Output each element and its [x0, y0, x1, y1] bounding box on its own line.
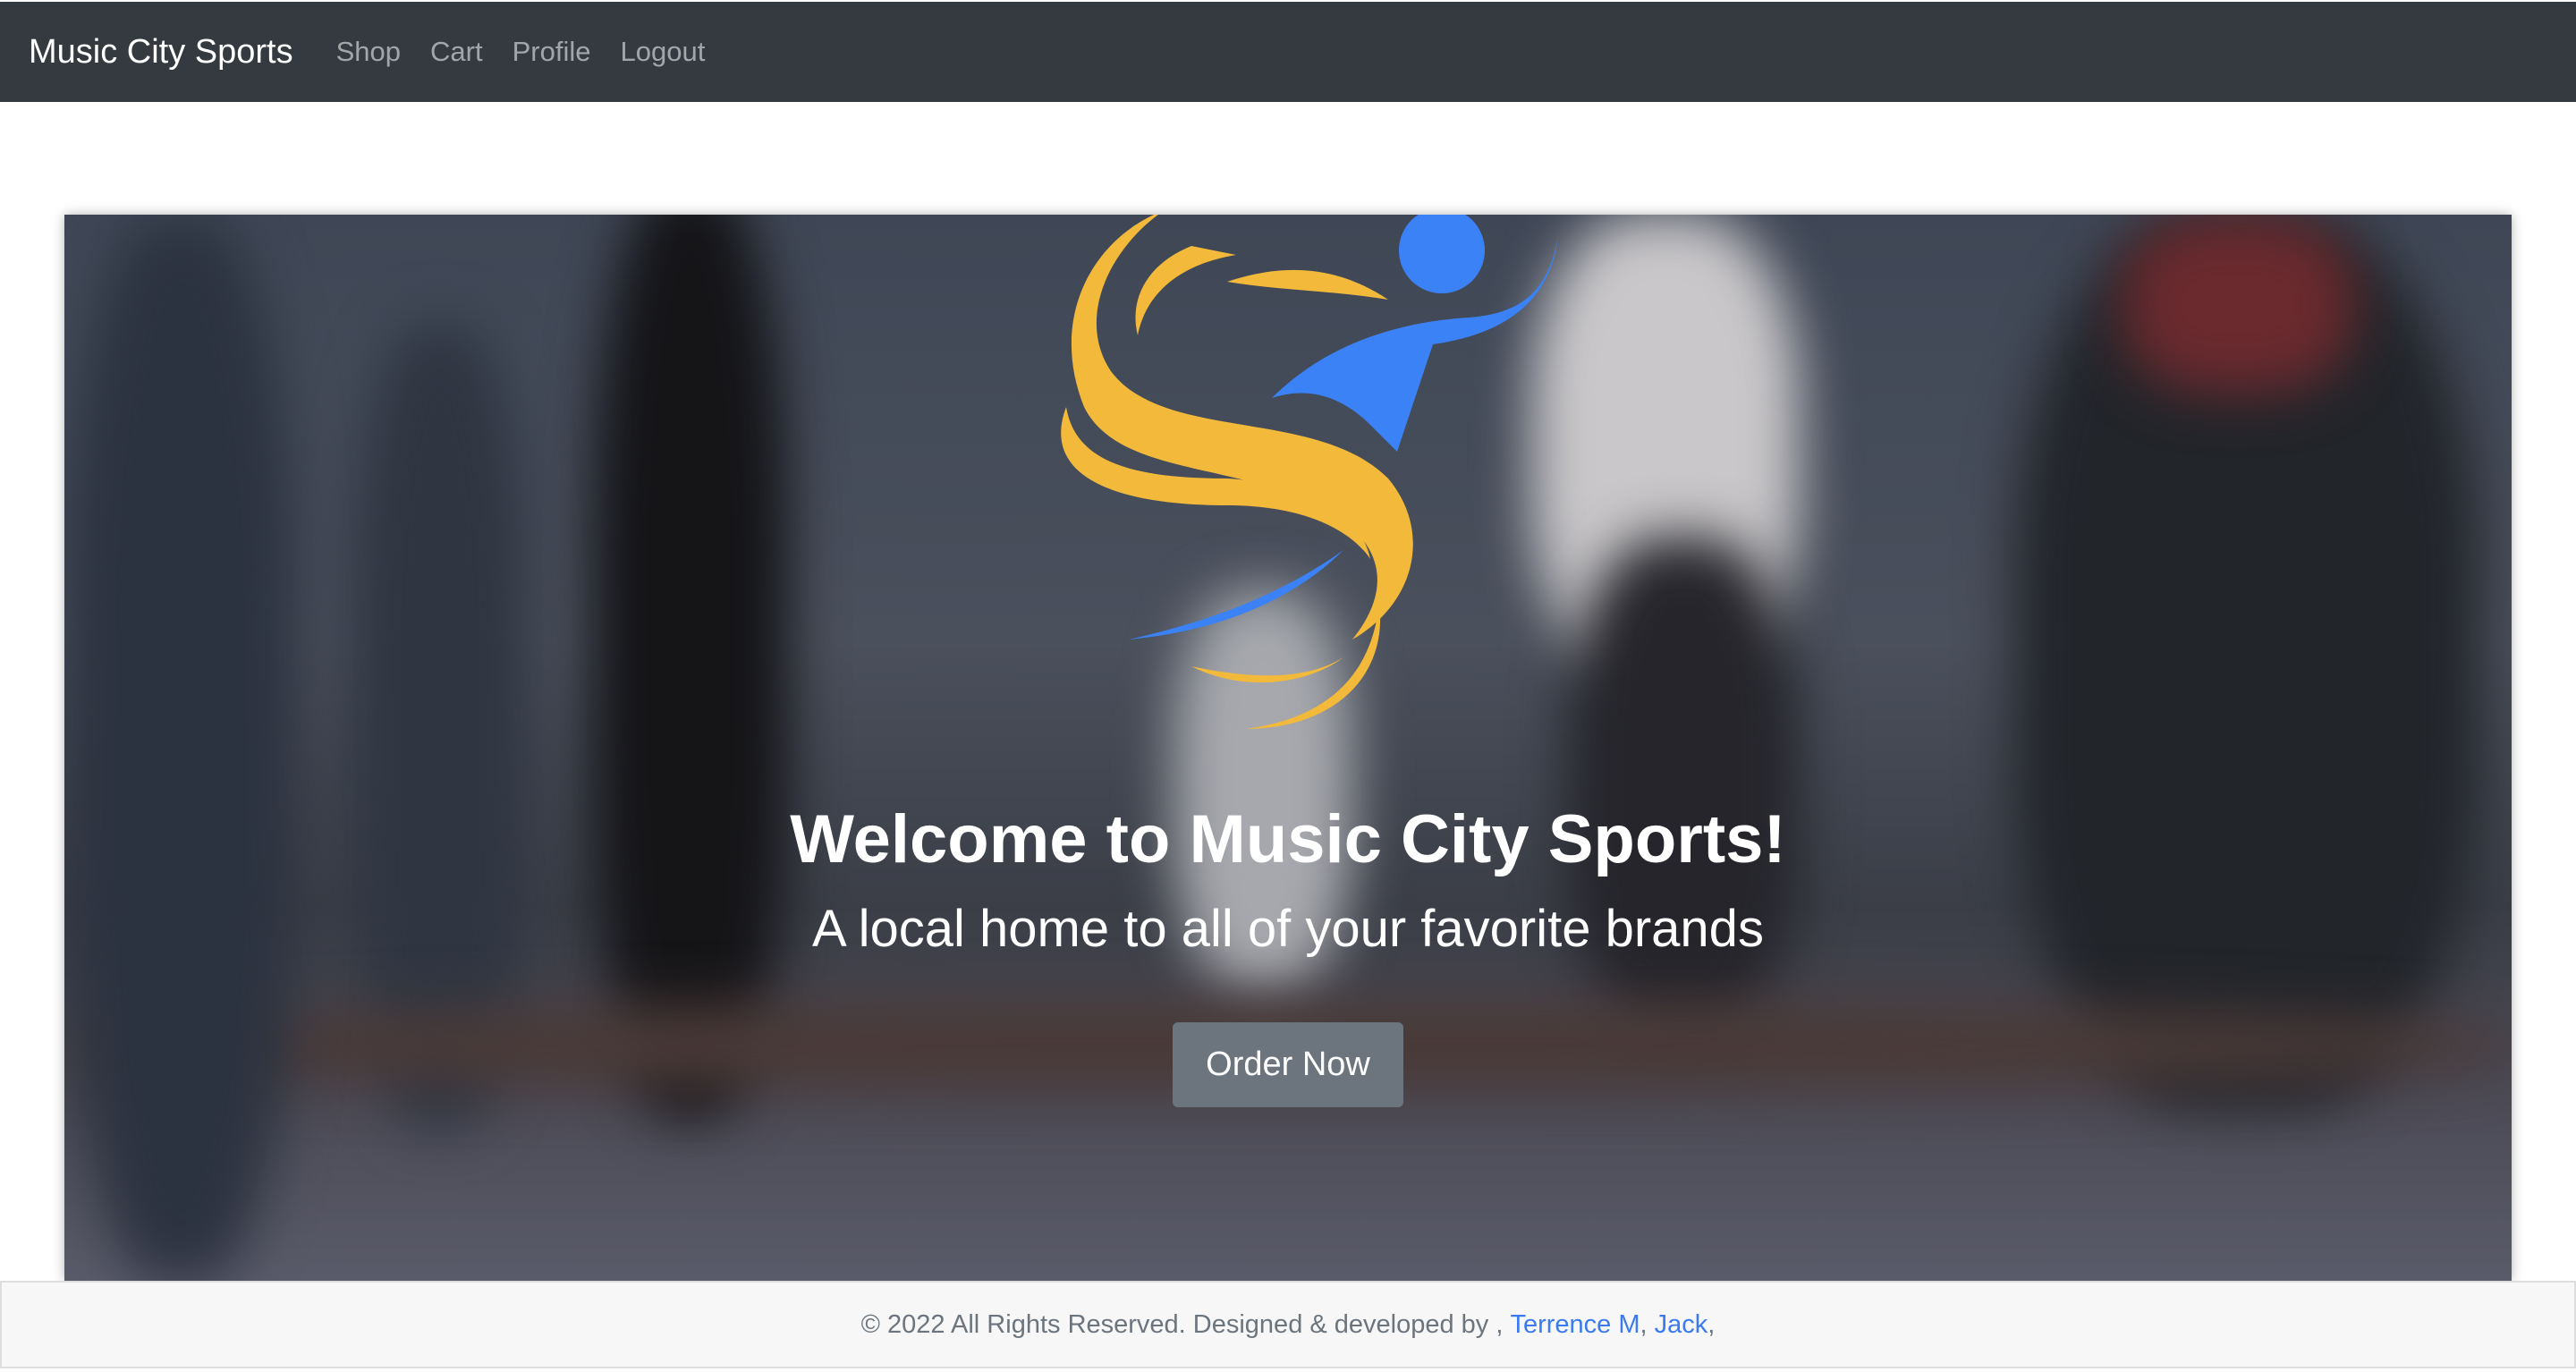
- hero-subtitle: A local home to all of your favorite bra…: [812, 900, 1764, 958]
- order-now-button[interactable]: Order Now: [1173, 1022, 1403, 1107]
- nav-logout[interactable]: Logout: [620, 36, 705, 68]
- footer: © 2022 All Rights Reserved. Designed & d…: [0, 1281, 2576, 1368]
- author-link-terrence[interactable]: Terrence M: [1510, 1310, 1640, 1340]
- footer-sep: ,: [1640, 1309, 1648, 1339]
- nav-shop[interactable]: Shop: [336, 36, 401, 68]
- nav-cart[interactable]: Cart: [430, 36, 483, 68]
- nav-profile[interactable]: Profile: [513, 36, 591, 68]
- footer-copyright: © 2022 All Rights Reserved. Designed & d…: [860, 1309, 1504, 1339]
- author-link-jack[interactable]: Jack: [1655, 1310, 1708, 1340]
- hero-banner: Welcome to Music City Sports! A local ho…: [64, 215, 2512, 1281]
- brand-link[interactable]: Music City Sports: [29, 33, 293, 72]
- logo-icon: [1061, 215, 1558, 729]
- footer-trail: ,: [1707, 1309, 1716, 1339]
- hero-title: Welcome to Music City Sports!: [790, 801, 1786, 877]
- navbar: Music City Sports Shop Cart Profile Logo…: [0, 2, 2576, 102]
